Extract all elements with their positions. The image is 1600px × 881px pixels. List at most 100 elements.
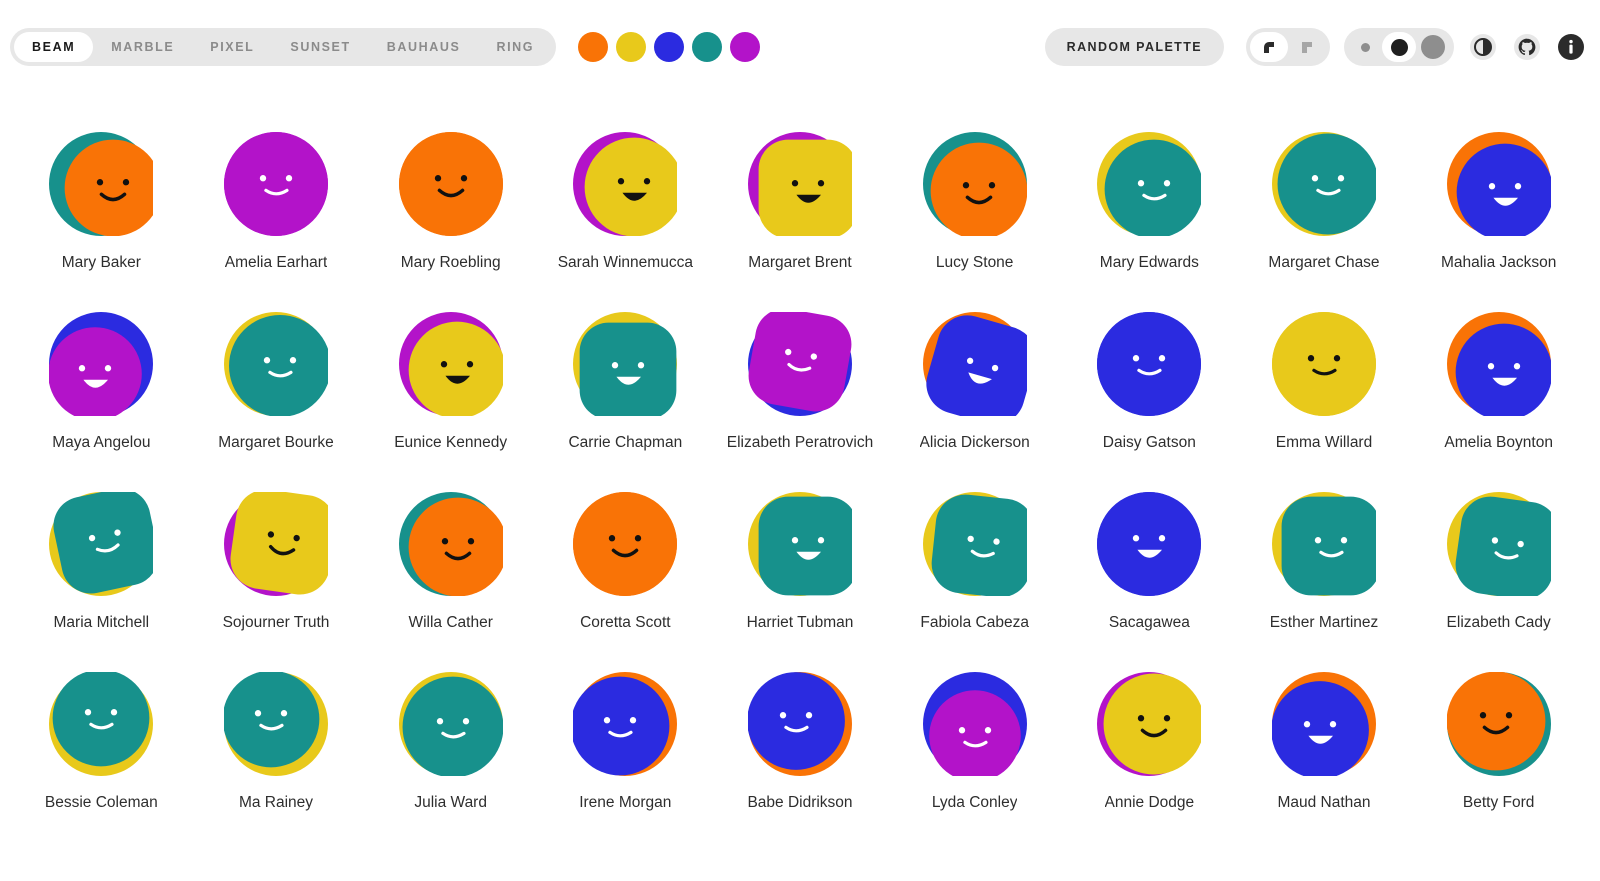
avatar-eye-1 (791, 180, 799, 187)
avatar-name: Elizabeth Cady (1446, 614, 1551, 631)
variant-tab-bauhaus[interactable]: BAUHAUS (369, 32, 479, 62)
avatar-name: Maud Nathan (1277, 794, 1371, 811)
avatar-name: Fabiola Cabeza (920, 614, 1029, 631)
avatar-card[interactable]: Sarah Winnemucca (538, 132, 713, 312)
avatar-card[interactable]: Babe Didrikson (713, 672, 888, 852)
avatar-card[interactable]: Eunice Kennedy (363, 312, 538, 492)
avatar-eye-2 (1333, 355, 1341, 362)
info-icon-button[interactable] (1556, 32, 1586, 62)
small-dot-icon (1360, 42, 1370, 52)
rounded-corner-icon-button[interactable] (1250, 32, 1288, 62)
random-palette-button[interactable]: RANDOM PALETTE (1044, 28, 1224, 66)
avatar-card[interactable]: Esther Martinez (1237, 492, 1412, 672)
avatar-image (1446, 492, 1551, 596)
avatar-face (1271, 312, 1376, 416)
avatar-card[interactable]: Emma Willard (1237, 312, 1412, 492)
avatar-card[interactable]: Margaret Bourke (189, 312, 364, 492)
square-corner-icon-button[interactable] (1288, 32, 1326, 62)
avatar-image (922, 672, 1027, 776)
avatar-card[interactable]: Amelia Earhart (189, 132, 364, 312)
avatar-name: Amelia Earhart (224, 254, 328, 271)
avatar-card[interactable]: Ma Rainey (189, 672, 364, 852)
avatar-image (398, 492, 503, 596)
avatar-card[interactable]: Harriet Tubman (713, 492, 888, 672)
avatar-face-shape (573, 676, 670, 776)
avatar-card[interactable]: Margaret Chase (1237, 132, 1412, 312)
avatar-card[interactable]: Margaret Brent (713, 132, 888, 312)
avatar-eye-1 (1307, 355, 1315, 362)
avatar-card[interactable]: Bessie Coleman (14, 672, 189, 852)
avatar-name: Elizabeth Peratrovich (726, 434, 874, 451)
variant-tab-beam[interactable]: BEAM (14, 32, 94, 62)
palette-swatch-5[interactable] (730, 32, 761, 62)
large-dot-icon-button[interactable] (1416, 32, 1450, 62)
avatar-image (573, 132, 678, 236)
avatar-card[interactable]: Mahalia Jackson (1411, 132, 1586, 312)
size-selector-group (1344, 28, 1454, 66)
avatar-eye-2 (462, 718, 469, 725)
medium-dot-icon-button[interactable] (1382, 32, 1416, 62)
avatar-card[interactable]: Irene Morgan (538, 672, 713, 852)
avatar-eye-1 (1133, 355, 1140, 362)
palette-swatch-3[interactable] (654, 32, 685, 62)
avatar-card[interactable]: Carrie Chapman (538, 312, 713, 492)
palette-swatch-2[interactable] (616, 32, 647, 62)
github-icon (1514, 34, 1540, 60)
avatar-face (398, 132, 503, 236)
avatar-face (230, 492, 328, 595)
avatar-card[interactable]: Sojourner Truth (189, 492, 364, 672)
avatar-eye-1 (1303, 721, 1311, 728)
small-dot-icon-button[interactable] (1348, 32, 1382, 62)
avatar-image (573, 312, 678, 416)
contrast-icon-button[interactable] (1468, 32, 1498, 62)
avatar-eye-2 (460, 175, 467, 182)
avatar-card[interactable]: Coretta Scott (538, 492, 713, 672)
variant-tab-marble[interactable]: MARBLE (93, 32, 192, 62)
avatar-face-shape (223, 132, 328, 236)
avatar-card[interactable]: Alicia Dickerson (887, 312, 1062, 492)
avatar-card[interactable]: Lyda Conley (887, 672, 1062, 852)
avatar-card[interactable]: Willa Cather (363, 492, 538, 672)
avatar-card[interactable]: Julia Ward (363, 672, 538, 852)
avatar-card[interactable]: Mary Edwards (1062, 132, 1237, 312)
avatar-face (758, 496, 852, 596)
avatar-name: Coretta Scott (580, 614, 671, 631)
palette-swatch-1[interactable] (578, 32, 609, 62)
avatar-card[interactable]: Fabiola Cabeza (887, 492, 1062, 672)
avatar-eye-2 (1340, 537, 1348, 544)
avatar-eye-1 (618, 178, 625, 185)
avatar-card[interactable]: Maud Nathan (1237, 672, 1412, 852)
avatar-card[interactable]: Annie Dodge (1062, 672, 1237, 852)
variant-tab-ring[interactable]: RING (478, 32, 552, 62)
avatar-card[interactable]: Mary Roebling (363, 132, 538, 312)
avatar-face-shape (1097, 492, 1202, 596)
avatar-image (1097, 492, 1202, 596)
variant-tab-sunset[interactable]: SUNSET (272, 32, 368, 62)
avatar-grid: Mary Baker Amelia Earhart Mary Roebling Sar… (0, 94, 1600, 852)
avatar-card[interactable]: Elizabeth Cady (1411, 492, 1586, 672)
avatar-card[interactable]: Lucy Stone (887, 132, 1062, 312)
github-icon-button[interactable] (1512, 32, 1542, 62)
avatar-name: Willa Cather (408, 614, 493, 631)
variant-tab-pixel[interactable]: PIXEL (192, 32, 272, 62)
avatar-card[interactable]: Daisy Gatson (1062, 312, 1237, 492)
avatar-card[interactable]: Sacagawea (1062, 492, 1237, 672)
avatar-image (922, 312, 1027, 416)
avatar-card[interactable]: Maya Angelou (14, 312, 189, 492)
avatar-face (1281, 496, 1376, 596)
avatar-card[interactable]: Elizabeth Peratrovich (713, 312, 888, 492)
avatar-name: Betty Ford (1462, 794, 1535, 811)
shape-toggle-group (1246, 28, 1330, 66)
avatar-name: Harriet Tubman (746, 614, 854, 631)
avatar-eye-2 (805, 712, 813, 719)
avatar-card[interactable]: Mary Baker (14, 132, 189, 312)
avatar-face-shape (579, 322, 677, 416)
avatar-eye-2 (1337, 175, 1345, 182)
avatar-card[interactable]: Amelia Boynton (1411, 312, 1586, 492)
avatar-name: Mary Edwards (1099, 254, 1199, 271)
avatar-face-shape (398, 132, 503, 236)
avatar-card[interactable]: Maria Mitchell (14, 492, 189, 672)
palette-swatch-4[interactable] (692, 32, 723, 62)
avatar-face-shape (758, 496, 852, 596)
avatar-card[interactable]: Betty Ford (1411, 672, 1586, 852)
